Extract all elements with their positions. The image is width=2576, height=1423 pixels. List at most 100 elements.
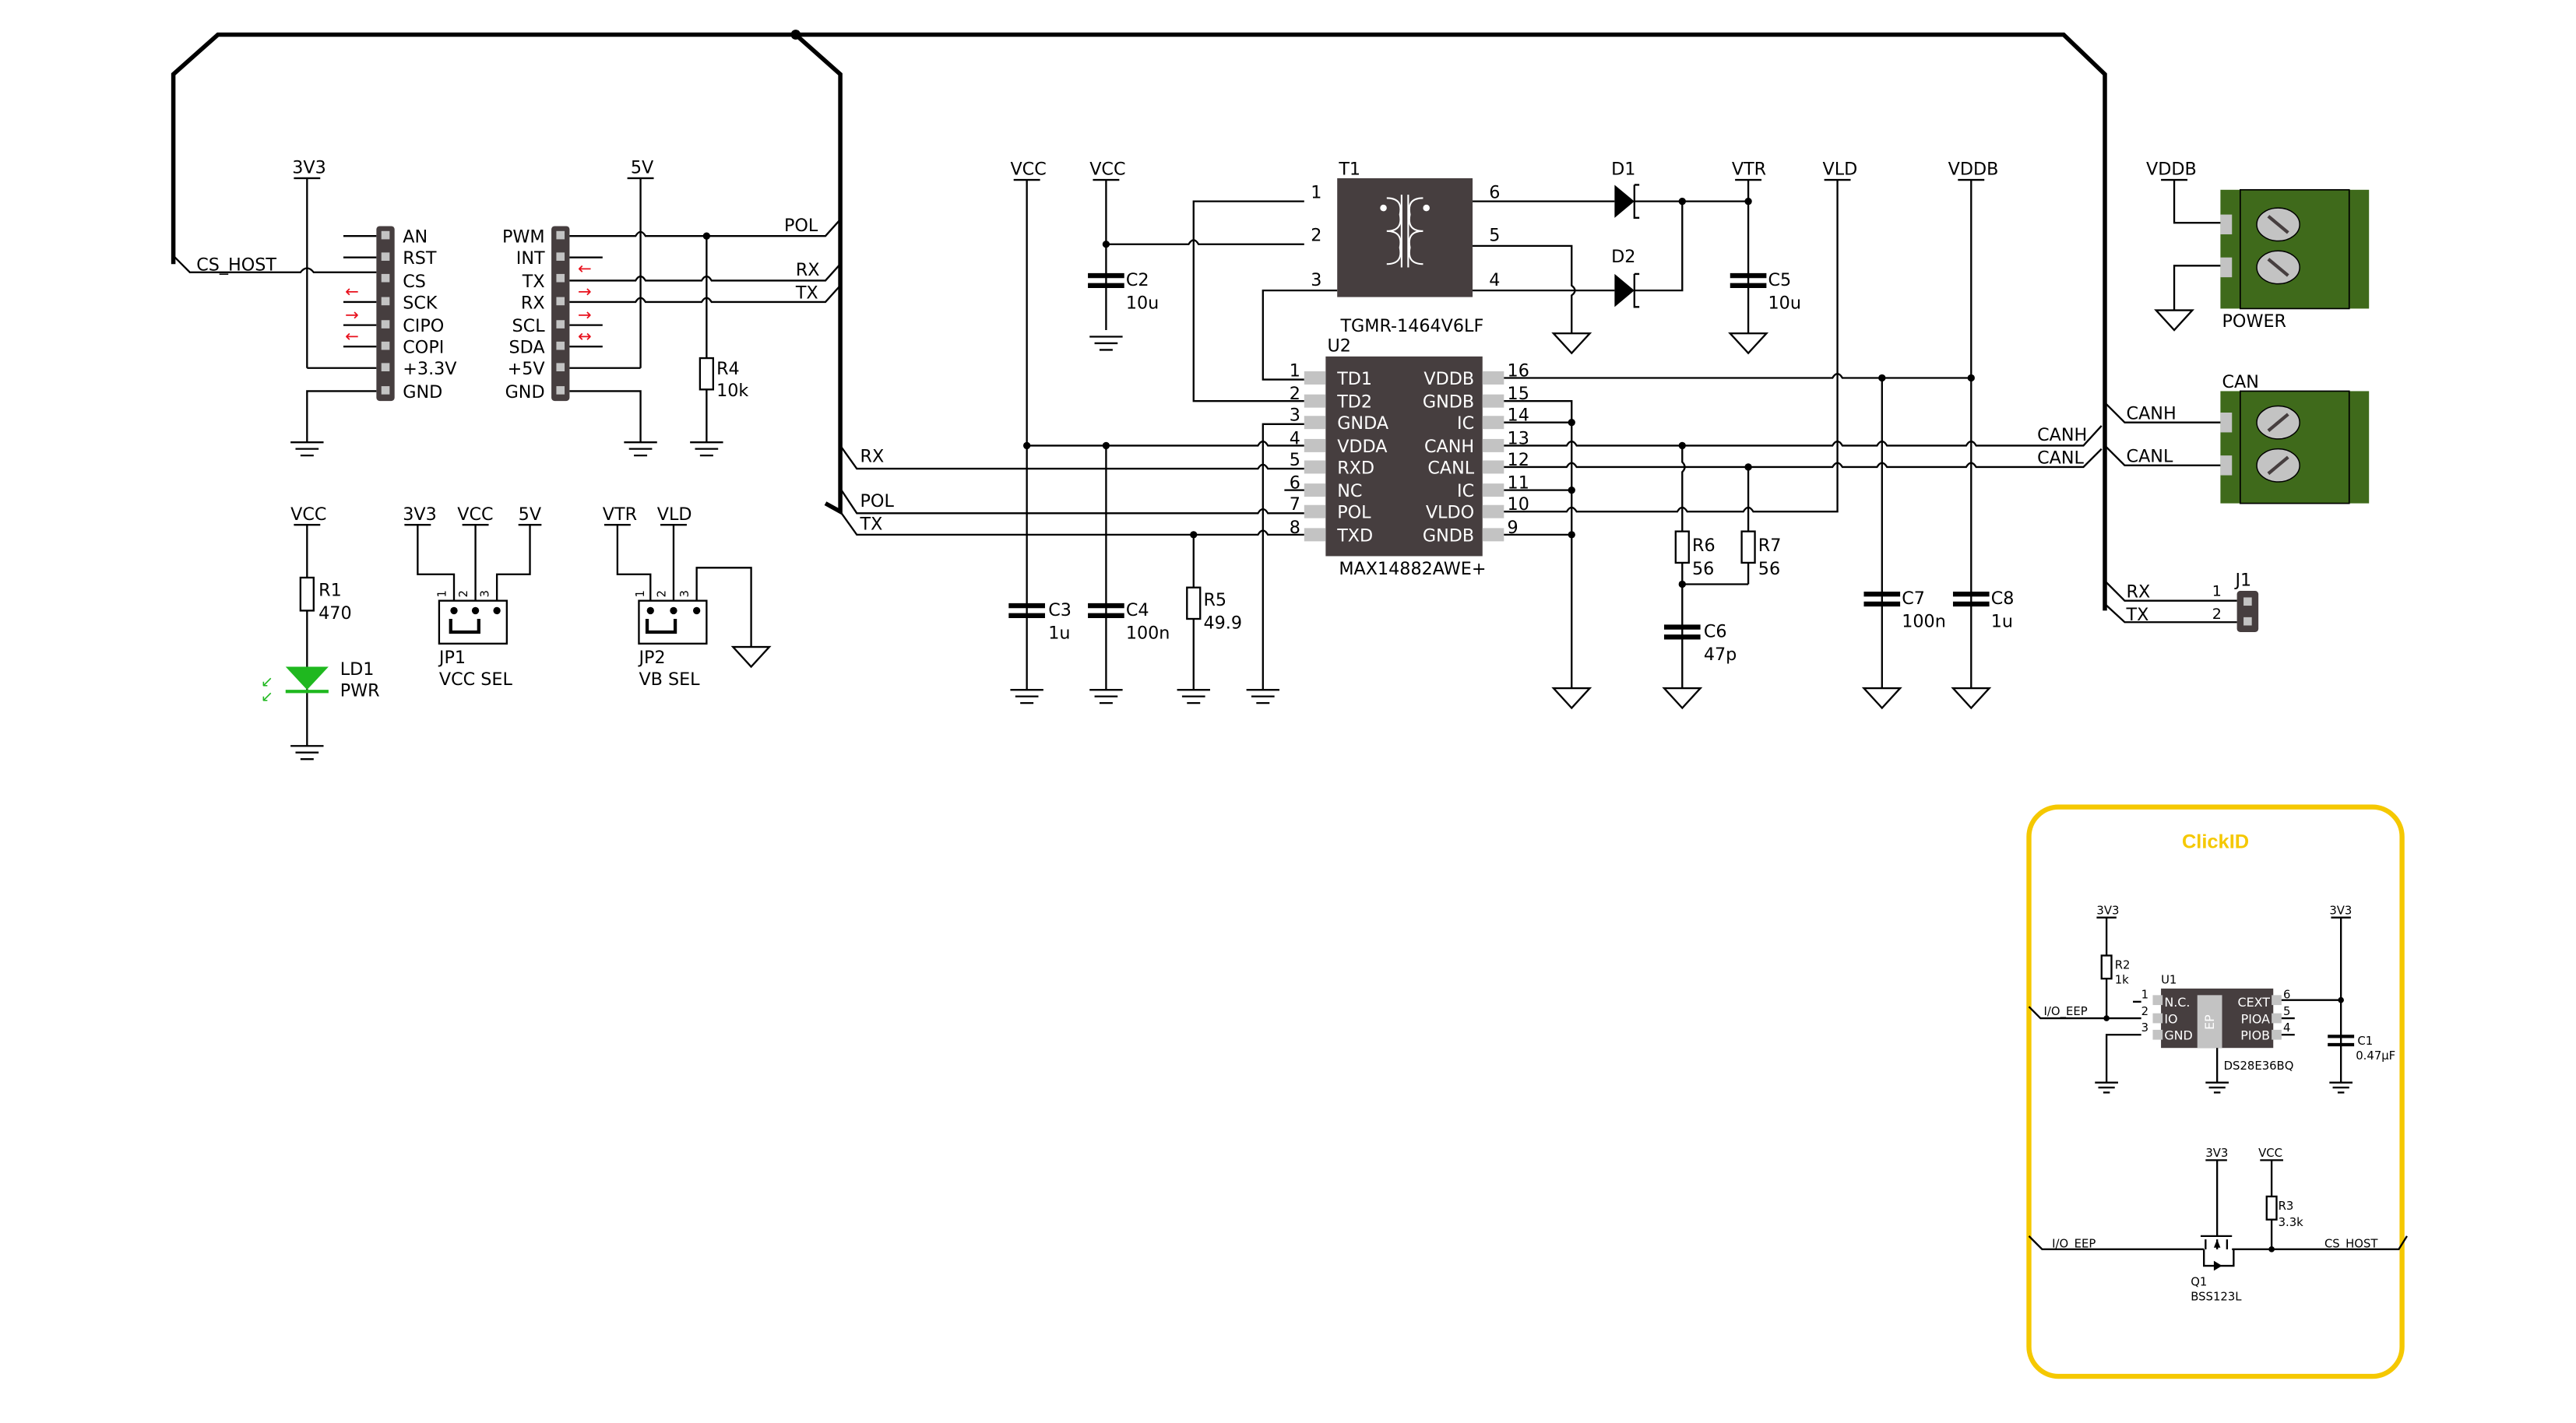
svg-text:2: 2 [457, 590, 470, 597]
c2-value: 10u [1126, 293, 1159, 313]
power-led-circuit: VCC R1 470 ↙ ↙ LD1 PWR [261, 504, 380, 761]
pin-label: GND [403, 382, 442, 402]
pin-number: 5 [2283, 1005, 2290, 1018]
can-terminal[interactable]: CAN CANH CANL [2104, 372, 2370, 504]
ep-label: EP [2202, 1014, 2217, 1030]
pin-number: 1 [2141, 989, 2148, 1002]
rail-label: VDDB [2146, 160, 2197, 180]
pin-label: +5V [508, 359, 546, 379]
net-label-pol: POL [784, 216, 818, 236]
r5-value: 49.9 [1203, 613, 1242, 634]
net-label-rx: RX [796, 260, 820, 280]
r4-value: 10k [716, 381, 748, 401]
r2-value: 1k [2115, 974, 2129, 987]
rail-label: VLD [657, 504, 692, 525]
pin-name: CANH [1424, 437, 1474, 457]
rail-label: 3V3 [292, 158, 326, 178]
pin-name: POL [1337, 503, 1371, 523]
c5-ref: C5 [1768, 270, 1792, 290]
pin-label: RST [403, 248, 437, 269]
net-label-tx: TX [2126, 605, 2149, 625]
net-label-rx: RX [860, 447, 885, 467]
pin-number: 2 [1290, 384, 1300, 404]
t1-ref: T1 [1338, 160, 1360, 180]
led-icon [285, 666, 329, 690]
rail-label: VTR [603, 504, 637, 525]
u1-ref: U1 [2161, 974, 2177, 987]
bus-junction [790, 30, 801, 40]
net-label-pol: POL [860, 491, 895, 511]
can-label: CAN [2222, 372, 2259, 392]
d1-ref: D1 [1611, 160, 1635, 180]
svg-text:3: 3 [479, 590, 492, 597]
transformer-t1: T1 TGMR-1464V6LF 1 2 3 6 5 4 [1311, 160, 1615, 355]
net-label-io-eep: I/O_EEP [2044, 1005, 2088, 1018]
c5-value: 10u [1768, 293, 1801, 313]
u2-ref: U2 [1327, 336, 1350, 357]
pin-name: TXD [1336, 525, 1373, 546]
clickid-title: ClickID [2182, 831, 2249, 853]
r1-value: 470 [318, 603, 351, 624]
rail-label: VLD [1822, 160, 1857, 180]
ic-u2: U2 TD1 TD2 GNDA VDDA RXD NC POL TXD VDDB… [1284, 336, 1529, 579]
pin-name: IC [1457, 481, 1474, 501]
pin-name: GNDA [1337, 413, 1389, 434]
pin-name: GND [2164, 1028, 2192, 1043]
svg-text:1: 1 [634, 590, 647, 597]
c3-value: 1u [1048, 623, 1070, 643]
mikrobus-right-header: 5V POL RX TX ← → → ↔ PWM INT TX RX SCL S… [502, 158, 841, 457]
pin-name: N.C. [2164, 995, 2190, 1010]
rail-label: 5V [631, 158, 654, 178]
pin-number: 2 [2141, 1005, 2148, 1018]
pin-name: CEXT [2238, 995, 2271, 1010]
jp2-jumper[interactable]: VTR VLD 1 2 3 JP2 VB SEL [603, 504, 772, 690]
pin-name: VLDO [1426, 503, 1474, 523]
rail-label: VTR [1732, 160, 1766, 180]
ld1-value: PWR [340, 681, 380, 701]
pin-number: 8 [1290, 518, 1300, 538]
net-label-rx: RX [2127, 581, 2151, 602]
jp1-jumper[interactable]: 3V3 VCC 5V 1 2 3 JP1 VCC SEL [403, 504, 542, 690]
mid-nets: RX POL TX [839, 440, 1304, 539]
c4-ref: C4 [1126, 600, 1149, 620]
rail-label: VDDB [1948, 160, 1999, 180]
pin-number: 2 [2212, 606, 2222, 623]
r2-ref: R2 [2115, 958, 2131, 972]
pin-number: 4 [2283, 1021, 2290, 1035]
net-label-canl: CANL [2037, 448, 2084, 469]
pin-number: 1 [1311, 182, 1321, 202]
net-label-tx: TX [795, 283, 818, 304]
pin-name: GNDB [1423, 525, 1474, 546]
pin-label: TX [522, 272, 545, 292]
q1-part: BSS123L [2191, 1291, 2242, 1304]
pin-label: PWM [502, 227, 545, 248]
r1-ref: R1 [318, 580, 342, 600]
c6-value: 47p [1704, 645, 1737, 665]
pin-label: SDA [509, 338, 546, 358]
pin-label: CIPO [403, 316, 444, 336]
pin-label: COPI [403, 338, 444, 358]
pin-number: 2 [1311, 226, 1321, 246]
vtr-rail: VTR C5 10u [1728, 160, 1801, 355]
r5-ref: R5 [1203, 590, 1226, 610]
clickid-section: ClickID 3V3 R2 1k I/O_EEP U1 EP N.C. IO … [2026, 804, 2408, 1379]
pin-name: IC [1457, 413, 1474, 434]
j1-header[interactable]: J1 RX TX 1 2 [2104, 571, 2259, 632]
diode-icon [1614, 184, 1635, 218]
diode-icon [1614, 273, 1635, 307]
net-label-canh: CANH [2037, 425, 2087, 445]
pin-number: 1 [1290, 360, 1300, 381]
arrow-both-icon: ↔ [578, 326, 592, 346]
jp2-label: VB SEL [639, 669, 700, 690]
pin-number: 7 [1290, 494, 1300, 515]
rail-label: VCC [290, 504, 326, 525]
r6-ref: R6 [1692, 536, 1716, 556]
j1-ref: J1 [2233, 571, 2251, 591]
pin-number: 4 [1489, 270, 1500, 290]
ld1-ref: LD1 [340, 659, 375, 680]
pin-number: 4 [1290, 428, 1300, 448]
pin-label: SCK [403, 293, 438, 313]
power-terminal[interactable]: VDDB POWER [2146, 160, 2370, 332]
pin-name: PIOB [2240, 1028, 2270, 1043]
rail-label: VCC [1010, 160, 1046, 180]
